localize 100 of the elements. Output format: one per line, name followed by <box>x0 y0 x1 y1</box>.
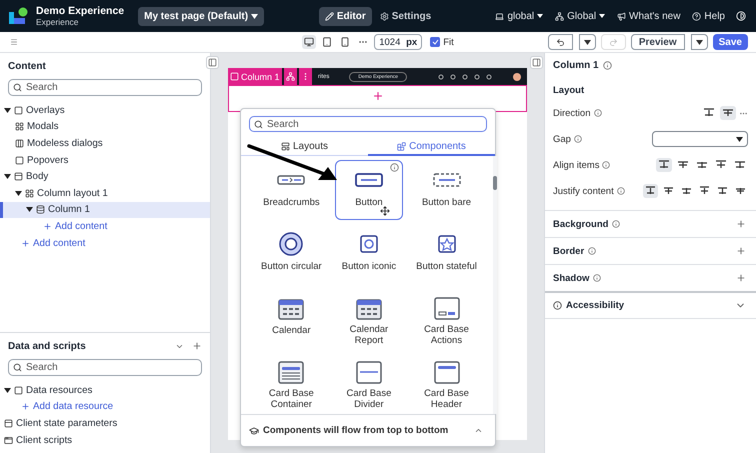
hierarchy-icon <box>555 12 564 20</box>
info-icon <box>588 247 596 255</box>
width-field[interactable]: 1024 px <box>374 34 422 50</box>
header-link[interactable]: What's new <box>614 10 684 22</box>
component-tile[interactable]: Button <box>334 160 404 220</box>
header-link[interactable]: Help <box>689 10 728 22</box>
caret-down-icon <box>4 174 11 180</box>
avatar-icon <box>513 72 521 80</box>
panel-title: Data and scripts <box>8 340 86 352</box>
node-icon <box>4 418 13 428</box>
more-button[interactable] <box>298 68 312 85</box>
tablet-icon <box>322 37 332 47</box>
app-subtitle: Experience <box>36 17 80 27</box>
header-dropdown[interactable]: Global <box>552 10 608 22</box>
caret-down-icon <box>599 14 606 18</box>
search-field[interactable]: Search <box>8 359 202 376</box>
undo-menu-button[interactable] <box>578 34 596 50</box>
header-dropdown[interactable]: global <box>492 10 546 22</box>
section-header[interactable]: Background <box>553 218 620 230</box>
section-header[interactable]: Shadow <box>553 272 602 284</box>
property-label: Gap <box>553 134 582 144</box>
layout-option-button[interactable] <box>720 106 736 120</box>
plus-icon <box>372 90 384 102</box>
node-icon <box>15 122 24 132</box>
alignment-icon <box>722 108 734 118</box>
picker-tab[interactable]: Layouts <box>241 138 368 156</box>
fit-checkbox[interactable]: Fit <box>430 36 454 48</box>
contrast-icon <box>736 11 746 21</box>
app-title: Demo Experience <box>36 5 124 17</box>
tree-item[interactable]: Body <box>0 168 210 185</box>
save-button[interactable]: Save <box>712 34 748 50</box>
hierarchy-icon <box>286 72 295 81</box>
alignment-icon <box>663 186 674 196</box>
tree-item[interactable]: Column 1 <box>0 202 210 218</box>
alignment-icon <box>715 160 727 170</box>
menu-icon <box>10 38 18 46</box>
add-link[interactable]: Add content <box>0 218 210 235</box>
layout-icon <box>280 142 290 150</box>
page-selector[interactable]: My test page (Default) <box>138 6 264 26</box>
caret-down-icon <box>736 136 743 142</box>
add-link[interactable]: Add data resource <box>0 398 210 416</box>
section-header[interactable]: Accessibility <box>553 300 624 311</box>
undo-icon <box>556 38 565 46</box>
info-icon <box>593 274 602 282</box>
chevron-up-icon <box>474 426 483 435</box>
pencil-icon <box>324 12 334 20</box>
undo-button[interactable] <box>548 34 573 50</box>
tree-item[interactable]: Column layout 1 <box>0 184 210 202</box>
tree-item[interactable]: Modals <box>0 118 210 136</box>
search-field[interactable]: Search <box>8 79 202 96</box>
node-icon <box>4 436 13 445</box>
picker-tab[interactable]: Components <box>368 138 495 156</box>
node-icon <box>14 172 23 182</box>
property-label: Align items <box>553 160 610 170</box>
scrollbar[interactable] <box>492 156 497 414</box>
info-icon <box>574 135 582 143</box>
tree-item[interactable]: Data resources <box>0 382 210 399</box>
plus-icon <box>736 246 746 256</box>
laptop-icon <box>495 12 504 20</box>
settings-icon <box>380 12 389 20</box>
device-button[interactable] <box>302 35 316 49</box>
caret-down-icon <box>584 40 591 44</box>
plus-icon <box>21 402 30 412</box>
info-icon <box>553 301 562 310</box>
preview-menu-button[interactable] <box>690 34 708 50</box>
mode-tab[interactable]: Editor <box>318 6 372 26</box>
tree-item[interactable]: Overlays <box>0 102 210 119</box>
panel-icon <box>532 58 541 67</box>
info-icon <box>602 60 612 70</box>
collapse-panel-button[interactable] <box>530 56 543 69</box>
plus-icon <box>736 273 746 283</box>
tree-item[interactable]: Popovers <box>0 152 210 168</box>
alignment-icon <box>703 108 715 118</box>
theme-toggle-button[interactable] <box>734 9 748 23</box>
caret-down-icon <box>4 108 11 113</box>
help-icon <box>692 12 702 20</box>
node-icon <box>14 106 23 115</box>
layout-option-button[interactable] <box>656 158 672 172</box>
plus-icon <box>736 219 746 229</box>
alignment-icon <box>658 160 670 170</box>
mode-tab[interactable]: Settings <box>374 6 438 26</box>
tree-item[interactable]: Modeless dialogs <box>0 135 210 152</box>
preview-button[interactable]: Preview <box>630 34 685 50</box>
search-field[interactable]: Search <box>249 116 487 132</box>
tree-item[interactable]: Client state parameters <box>0 415 210 432</box>
layout-option-button[interactable] <box>643 184 658 198</box>
hierarchy-button[interactable] <box>284 68 297 85</box>
move-cursor-icon <box>380 206 390 216</box>
selection-chip[interactable]: Column 1 <box>228 68 282 85</box>
caret-down-icon <box>15 190 22 196</box>
gap-dropdown[interactable] <box>652 131 748 147</box>
add-link[interactable]: Add content <box>0 234 210 252</box>
blocks-icon <box>397 142 406 150</box>
alignment-icon <box>699 186 710 196</box>
phone-icon <box>340 37 350 47</box>
collapse-panel-button[interactable] <box>206 56 219 69</box>
tree-item[interactable]: Client scripts <box>0 432 210 448</box>
section-header[interactable]: Border <box>553 246 596 256</box>
caret-down-icon <box>251 14 258 18</box>
node-icon <box>25 188 34 198</box>
